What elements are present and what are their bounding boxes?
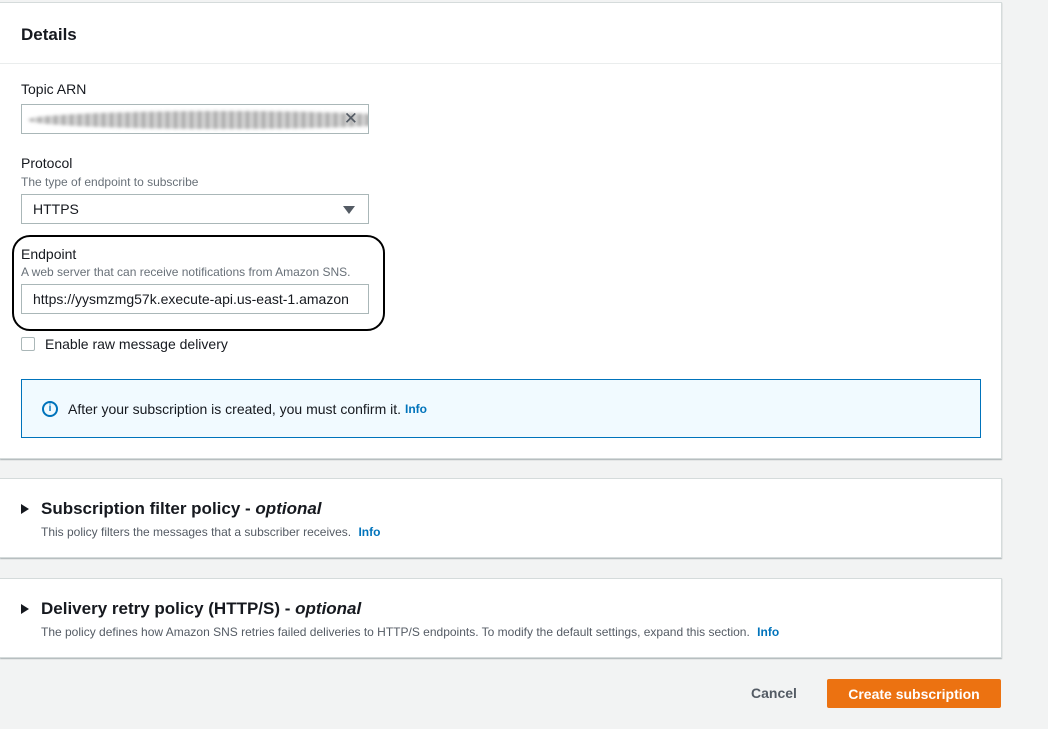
optional-label: optional [255,499,322,518]
raw-delivery-row[interactable]: Enable raw message delivery [21,336,228,352]
protocol-select[interactable]: HTTPS [21,194,369,224]
filter-policy-description-text: This policy filters the messages that a … [41,525,352,539]
protocol-label: Protocol [21,155,73,171]
endpoint-value: https://yysmzmg57k.execute-api.us-east-1… [33,291,349,307]
confirm-alert: i After your subscription is created, yo… [21,379,981,438]
retry-policy-description: The policy defines how Amazon SNS retrie… [41,625,1001,639]
cancel-button[interactable]: Cancel [735,679,813,707]
retry-policy-info-link[interactable]: Info [757,625,779,639]
caret-right-icon[interactable] [21,504,29,514]
topic-arn-label: Topic ARN [21,81,87,97]
endpoint-description: A web server that can receive notificati… [21,265,351,279]
retry-policy-description-text: The policy defines how Amazon SNS retrie… [41,625,750,639]
optional-label: optional [295,599,362,618]
protocol-value: HTTPS [33,201,79,217]
caret-down-icon [343,206,355,214]
filter-policy-info-link[interactable]: Info [358,525,380,539]
details-title: Details [21,25,77,44]
details-header: Details [0,3,1001,64]
filter-policy-header[interactable]: Subscription filter policy - optional [21,499,1001,519]
endpoint-input[interactable]: https://yysmzmg57k.execute-api.us-east-1… [21,284,369,314]
raw-delivery-checkbox[interactable] [21,337,35,351]
raw-delivery-label: Enable raw message delivery [45,336,228,352]
retry-policy-header[interactable]: Delivery retry policy (HTTP/S) - optiona… [21,599,1001,619]
close-icon[interactable]: ✕ [344,110,358,128]
filter-policy-description: This policy filters the messages that a … [41,525,1001,539]
info-icon: i [42,400,58,417]
redacted-value [28,111,368,129]
alert-text: After your subscription is created, you … [68,400,402,417]
filter-policy-panel[interactable]: Subscription filter policy - optional Th… [0,478,1002,558]
caret-right-icon[interactable] [21,604,29,614]
filter-policy-title: Subscription filter policy - optional [41,499,322,518]
retry-policy-panel[interactable]: Delivery retry policy (HTTP/S) - optiona… [0,578,1002,658]
details-panel: Details Topic ARN ✕ Protocol The type of… [0,2,1002,459]
create-subscription-button[interactable]: Create subscription [827,679,1001,708]
alert-info-link[interactable]: Info [405,402,427,416]
protocol-description: The type of endpoint to subscribe [21,175,199,189]
endpoint-label: Endpoint [21,246,77,262]
retry-policy-title: Delivery retry policy (HTTP/S) - optiona… [41,599,362,618]
topic-arn-input[interactable]: ✕ [21,104,369,134]
